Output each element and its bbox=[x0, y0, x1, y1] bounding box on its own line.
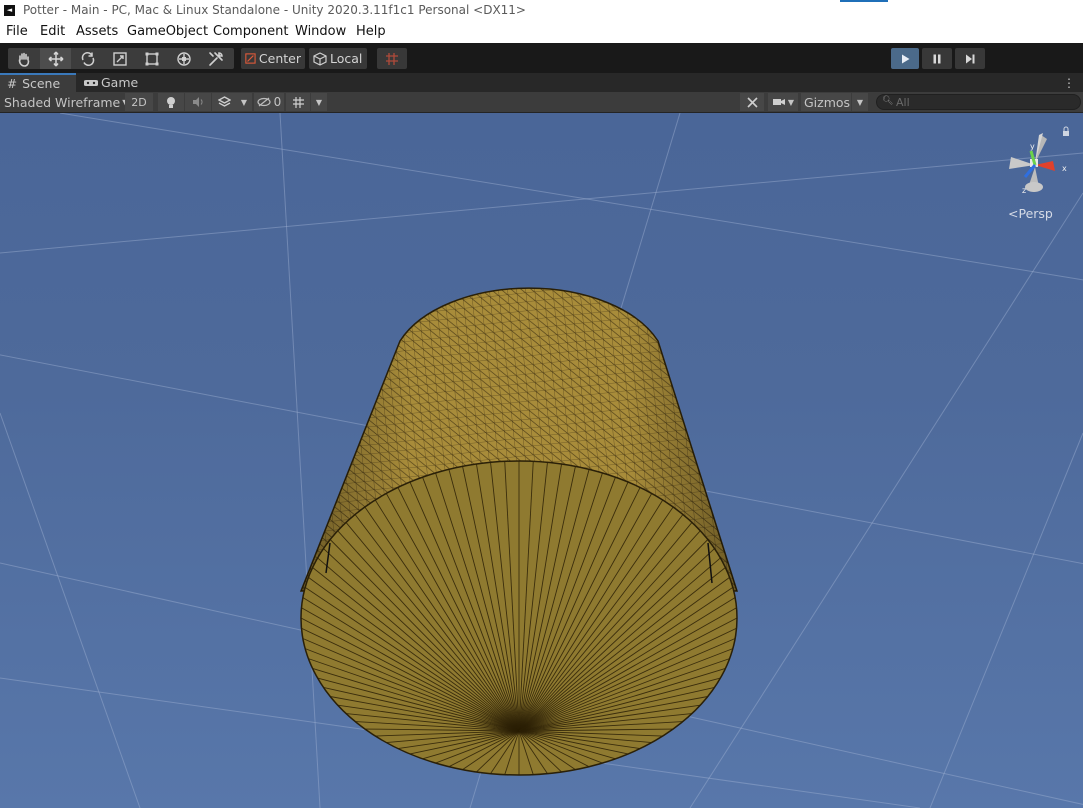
menu-file[interactable]: File bbox=[6, 24, 28, 39]
window-accent-bar bbox=[840, 0, 888, 2]
rotate-icon[interactable] bbox=[72, 48, 103, 69]
gizmo-y-label: y bbox=[1030, 142, 1035, 151]
play-button[interactable] bbox=[891, 48, 919, 69]
scene-hash-icon: # bbox=[7, 76, 18, 91]
scale-icon[interactable] bbox=[104, 48, 135, 69]
search-placeholder: All bbox=[896, 96, 910, 109]
main-toolbar: Center Local bbox=[0, 43, 1083, 73]
gizmo-x-label: x bbox=[1062, 164, 1067, 173]
window-title: Potter - Main - PC, Mac & Linux Standalo… bbox=[23, 3, 526, 17]
lightbulb-icon bbox=[167, 96, 175, 108]
scene-toolbar: Shaded Wireframe ▼ 2D ▼ 0 ▼ ▼ Gizmos ▼ 🔍… bbox=[0, 92, 1083, 113]
scene-view[interactable]: y x z <Persp bbox=[0, 113, 1083, 808]
local-cube-icon bbox=[313, 51, 327, 66]
scene-canvas bbox=[0, 113, 1083, 808]
audio-toggle[interactable] bbox=[185, 93, 211, 111]
pivot-mode-label: Center bbox=[258, 51, 301, 66]
layers-icon bbox=[217, 96, 231, 107]
gizmos-dropdown[interactable]: ▼ bbox=[852, 93, 868, 111]
pivot-mode-button[interactable]: Center bbox=[241, 48, 305, 69]
projection-toggle[interactable]: <Persp bbox=[1008, 206, 1053, 221]
tab-scene[interactable]: # Scene bbox=[0, 73, 76, 92]
pivot-rotation-label: Local bbox=[330, 51, 363, 66]
kebab-menu-icon[interactable]: ⋮ bbox=[1063, 76, 1075, 90]
transform-icon[interactable] bbox=[168, 48, 199, 69]
chevron-down-icon: ▼ bbox=[240, 97, 248, 107]
grid-toggle[interactable] bbox=[286, 93, 310, 111]
hidden-count: 0 bbox=[273, 95, 282, 109]
transform-tools bbox=[8, 48, 234, 69]
gizmos-label: Gizmos bbox=[804, 94, 851, 110]
custom-tool-icon[interactable] bbox=[200, 48, 231, 69]
tab-game-label: Game bbox=[101, 75, 139, 90]
unity-icon: ◄ bbox=[4, 5, 15, 16]
pivot-rotation-button[interactable]: Local bbox=[309, 48, 367, 69]
menu-window[interactable]: Window bbox=[295, 24, 346, 39]
2d-toggle-label: 2D bbox=[131, 95, 147, 109]
2d-toggle-button[interactable]: 2D bbox=[125, 93, 153, 111]
grid-dropdown[interactable]: ▼ bbox=[311, 93, 327, 111]
lighting-toggle[interactable] bbox=[158, 93, 184, 111]
menu-gameobject[interactable]: GameObject bbox=[127, 24, 208, 39]
chevron-down-icon: ▼ bbox=[315, 97, 323, 107]
menu-edit[interactable]: Edit bbox=[40, 24, 65, 39]
camera-icon bbox=[772, 99, 785, 105]
chevron-down-icon: ▼ bbox=[856, 97, 864, 107]
search-input[interactable]: 🔍︎ All bbox=[876, 94, 1081, 110]
orientation-gizmo-icon[interactable]: y x z bbox=[995, 125, 1075, 205]
chevron-down-icon: ▼ bbox=[787, 97, 795, 107]
step-button[interactable] bbox=[955, 48, 985, 69]
title-bar: ◄ Potter - Main - PC, Mac & Linux Standa… bbox=[0, 0, 1083, 22]
effects-dropdown[interactable]: ▼ bbox=[236, 93, 252, 111]
projection-label: Persp bbox=[1018, 206, 1053, 221]
menu-help[interactable]: Help bbox=[356, 24, 386, 39]
draw-mode-label: Shaded Wireframe bbox=[4, 94, 121, 110]
camera-dropdown[interactable]: ▼ bbox=[768, 93, 798, 111]
tools-icon bbox=[746, 96, 758, 108]
search-icon: 🔍︎ bbox=[882, 96, 894, 106]
gamepad-icon bbox=[84, 79, 98, 86]
pivot-center-icon bbox=[245, 53, 256, 64]
grid-snap-button[interactable] bbox=[377, 48, 407, 69]
hand-icon[interactable] bbox=[8, 48, 39, 69]
speaker-icon bbox=[192, 97, 203, 107]
tab-game[interactable]: Game bbox=[80, 73, 150, 92]
menu-assets[interactable]: Assets bbox=[76, 24, 118, 39]
gizmo-z-label: z bbox=[1022, 186, 1026, 195]
menu-component[interactable]: Component bbox=[213, 24, 288, 39]
chevron-left-icon: < bbox=[1008, 206, 1019, 221]
cylinder-mesh bbox=[299, 287, 739, 776]
effects-toggle[interactable] bbox=[212, 93, 236, 111]
play-icon bbox=[902, 54, 910, 63]
move-icon[interactable] bbox=[40, 48, 71, 69]
pause-button[interactable] bbox=[922, 48, 952, 69]
tools-toggle[interactable] bbox=[740, 93, 764, 111]
draw-mode-dropdown[interactable]: Shaded Wireframe ▼ bbox=[4, 92, 128, 112]
rect-icon[interactable] bbox=[136, 48, 167, 69]
view-tab-bar: # Scene Game ⋮ bbox=[0, 73, 1083, 92]
menu-bar: File Edit Assets GameObject Component Wi… bbox=[0, 22, 1083, 43]
gizmos-button[interactable]: Gizmos bbox=[801, 93, 851, 111]
pause-icon bbox=[933, 54, 941, 63]
step-icon bbox=[966, 54, 975, 63]
grid-icon bbox=[292, 96, 304, 108]
grid-snap-icon bbox=[386, 52, 398, 65]
hidden-objects-toggle[interactable]: 0 bbox=[254, 93, 284, 111]
tab-scene-label: Scene bbox=[22, 76, 61, 91]
eye-slash-icon bbox=[257, 97, 271, 107]
